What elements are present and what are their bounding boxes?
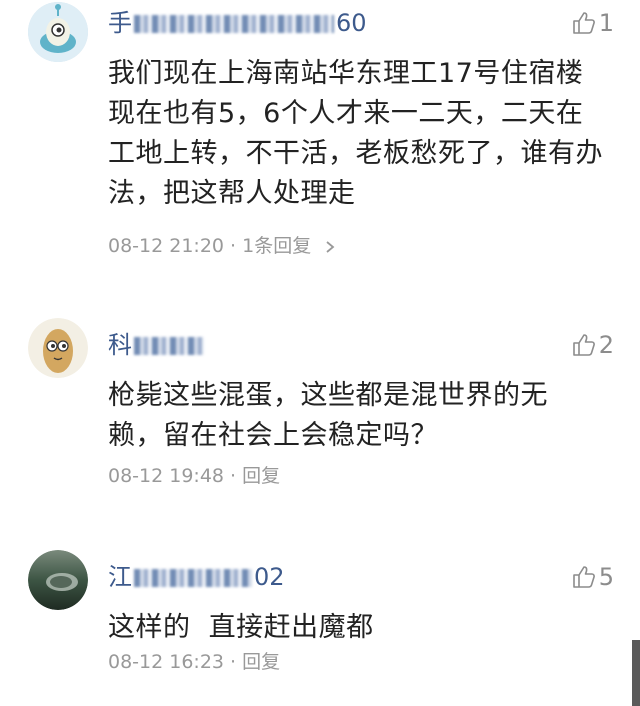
reply-link[interactable]: 回复: [242, 651, 280, 673]
reply-count-link[interactable]: 1条回复: [242, 235, 311, 257]
car-mirror-avatar-icon: [28, 550, 88, 610]
reply-link[interactable]: 回复: [242, 465, 280, 487]
comment-time: 08-12 21:20: [108, 235, 225, 257]
like-button[interactable]: 1: [571, 8, 614, 38]
thumbs-up-icon: [572, 566, 595, 588]
username[interactable]: 科: [108, 330, 206, 360]
potato-avatar-icon: [28, 318, 88, 378]
thumbs-up-icon: [572, 12, 595, 34]
username[interactable]: 江 02: [108, 562, 285, 592]
like-count: 2: [598, 331, 614, 359]
chevron-right-icon[interactable]: [323, 240, 337, 254]
comment-meta: 08-12 16:23 · 回复: [108, 648, 280, 676]
screen-edge-divider: [632, 640, 640, 706]
comment-time: 08-12 16:23: [108, 651, 225, 673]
comment-meta: 08-12 21:20 · 1条回复: [108, 232, 337, 260]
username-prefix: 手: [108, 9, 132, 37]
comment-item: 手 60 1 我们现在上海南站华东理工17号住宿楼现在也有5，6个人才来一二天，二…: [0, 0, 640, 290]
like-count: 1: [598, 9, 614, 37]
username-suffix: 60: [336, 9, 367, 37]
comment-meta: 08-12 19:48 · 回复: [108, 462, 280, 490]
username-redacted: [134, 15, 334, 33]
meta-separator: ·: [224, 465, 243, 487]
username[interactable]: 手 60: [108, 8, 367, 38]
comment-text: 枪毙这些混蛋，这些都是混世界的无赖，留在社会上会稳定吗？: [108, 380, 548, 451]
username-suffix: 02: [254, 563, 285, 591]
avatar[interactable]: [28, 550, 88, 610]
avatar[interactable]: [28, 318, 88, 378]
comment-item: 科 2 枪毙这些混蛋，这些都是混世界的无赖，留在社会上会稳定吗？ 08-12 1…: [0, 290, 640, 520]
like-button[interactable]: 5: [571, 562, 614, 592]
username-redacted: [134, 337, 204, 355]
thumbs-up-icon: [572, 334, 595, 356]
username-redacted: [134, 569, 252, 587]
username-prefix: 江: [108, 563, 132, 591]
comment-item: 江 02 5 这样的 直接赶出魔都 08-12 16:23 · 回复: [0, 520, 640, 706]
comment-time: 08-12 19:48: [108, 465, 225, 487]
username-prefix: 科: [108, 331, 132, 359]
avatar[interactable]: [28, 2, 88, 62]
comment-text: 这样的 直接赶出魔都: [108, 612, 374, 643]
comment-text: 我们现在上海南站华东理工17号住宿楼现在也有5，6个人才来一二天，二天在工地上转…: [108, 58, 603, 209]
alien-avatar-icon: [28, 2, 88, 62]
meta-separator: ·: [224, 235, 243, 257]
like-count: 5: [598, 563, 614, 591]
like-button[interactable]: 2: [571, 330, 614, 360]
meta-separator: ·: [224, 651, 243, 673]
